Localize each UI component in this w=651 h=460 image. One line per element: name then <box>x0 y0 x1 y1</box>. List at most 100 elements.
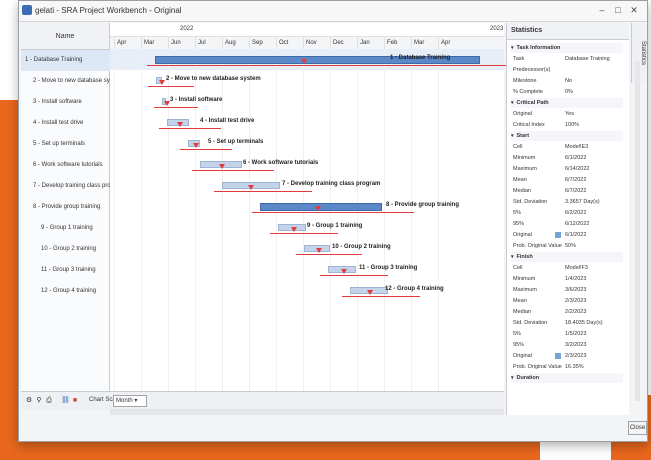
task-list-pane: Name 1 - Database Training 2 - Move to ne… <box>21 23 121 391</box>
stat-key: Minimum <box>513 155 536 161</box>
collapse-icon: ▾ <box>511 375 514 381</box>
stat-row: 95% 6/12/2022 <box>511 219 623 229</box>
close-window-icon[interactable]: ✕ <box>627 4 641 16</box>
stat-key: Median <box>513 309 532 315</box>
stat-value: 2/3/2023 <box>565 353 587 359</box>
stat-key: Original <box>513 353 532 359</box>
stat-value: Model!F3 <box>565 265 588 271</box>
stat-row: 5% 1/5/2023 <box>511 329 623 339</box>
stat-key: Task <box>513 56 525 62</box>
title-bar: gelati - SRA Project Workbench - Origina… <box>19 1 647 22</box>
task-row[interactable]: 5 - Set up terminals <box>21 134 121 155</box>
settings-icon[interactable]: ⚙ <box>25 396 33 405</box>
bar-label: 4 - Install test drive <box>200 118 255 124</box>
chart-scale-value: Month <box>116 398 133 404</box>
section-start[interactable]: ▾ Start <box>511 131 623 141</box>
stat-row: Prob. Original Value 50% <box>511 241 623 251</box>
stat-row: Mean 2/3/2023 <box>511 296 623 306</box>
stat-key: 95% <box>513 221 525 227</box>
summary-task-bar[interactable] <box>260 203 382 211</box>
collapse-icon: ▾ <box>511 133 514 139</box>
range-line <box>320 275 388 276</box>
filter-icon[interactable]: ⚲ <box>35 396 43 405</box>
task-name: 4 - Install test drive <box>33 120 84 126</box>
stat-row: Original 6/1/2022 <box>511 230 623 240</box>
task-name: 12 - Group 4 training <box>41 288 97 294</box>
median-marker <box>367 290 373 295</box>
statistics-pane: Statistics ▾ Task Information Task Database… <box>506 23 629 415</box>
task-row[interactable]: 3 - Install software <box>21 92 121 113</box>
task-name: 6 - Work software tutorials <box>33 162 103 168</box>
export-icon[interactable]: ⎙ <box>45 396 53 405</box>
range-line <box>214 191 312 192</box>
stat-row: Cell Model!F3 <box>511 263 623 273</box>
collapse-icon: ▾ <box>511 254 514 260</box>
stat-key: Prob. Original Value <box>513 243 562 249</box>
section-task-information[interactable]: ▾ Task Information <box>511 43 623 53</box>
stat-key: 5% <box>513 210 521 216</box>
stat-key: 95% <box>513 342 525 348</box>
median-marker <box>248 185 254 190</box>
task-row[interactable]: 2 - Move to new database system <box>21 71 121 92</box>
stat-row: 95% 3/2/2023 <box>511 340 623 350</box>
bar-label: 2 - Move to new database system <box>166 76 261 82</box>
median-marker <box>315 206 321 211</box>
app-window: gelati - SRA Project Workbench - Origina… <box>18 0 648 442</box>
gridline <box>411 49 412 391</box>
range-line <box>154 107 198 108</box>
stat-key: Mean <box>513 298 527 304</box>
maximize-icon[interactable]: □ <box>611 4 625 16</box>
task-row[interactable]: 8 - Provide group training <box>21 197 121 218</box>
range-line <box>270 233 338 234</box>
stat-value: 18.4035 Day(s) <box>565 320 603 326</box>
stat-value: 6/1/2022 <box>565 155 587 161</box>
median-marker <box>219 164 225 169</box>
gridline <box>303 49 304 391</box>
minimize-icon[interactable]: – <box>595 4 609 16</box>
stat-key: Mean <box>513 177 527 183</box>
gridline <box>141 49 142 391</box>
stat-row: Median 6/7/2022 <box>511 186 623 196</box>
stat-value: 3/2/2023 <box>565 342 587 348</box>
stat-key: Maximum <box>513 166 537 172</box>
section-label: Critical Path <box>516 100 549 106</box>
range-line <box>147 65 512 66</box>
task-row[interactable]: 4 - Install test drive <box>21 113 121 134</box>
collapse-icon: ▾ <box>511 100 514 106</box>
color-icon[interactable]: ■ <box>71 396 79 405</box>
stat-value: 6/2/2022 <box>565 210 587 216</box>
bar-label: 6 - Work software tutorials <box>243 160 319 166</box>
task-row[interactable]: 6 - Work software tutorials <box>21 155 121 176</box>
stat-key: Cell <box>513 265 523 271</box>
stat-value: 1/4/2023 <box>565 276 587 282</box>
task-row[interactable]: 7 - Develop training class program <box>21 176 121 197</box>
section-duration[interactable]: ▾ Duration <box>511 373 623 383</box>
stat-key: Original <box>513 111 532 117</box>
stat-row: Std. Deviation 18.4035 Day(s) <box>511 318 623 328</box>
task-name: 7 - Develop training class program <box>33 183 121 189</box>
bar-label: 8 - Provide group training <box>386 202 460 208</box>
stat-row: Original Yes <box>511 109 623 119</box>
task-name: 9 - Group 1 training <box>41 225 93 231</box>
stat-value: 2/3/2023 <box>565 298 587 304</box>
link-icon[interactable]: ⛓ <box>61 396 70 405</box>
bar-label: 3 - Install software <box>170 97 223 103</box>
stat-row: Critical Index 100% <box>511 120 623 130</box>
horizontal-scrollbar[interactable] <box>110 409 504 415</box>
section-finish[interactable]: ▾ Finish <box>511 252 623 262</box>
stat-row: % Complete 0% <box>511 87 623 97</box>
year-label: 2022 <box>180 26 194 32</box>
stat-row: Cell Model!E3 <box>511 142 623 152</box>
color-swatch <box>555 232 561 238</box>
stat-key: % Complete <box>513 89 543 95</box>
task-row[interactable]: 1 - Database Training <box>21 50 113 71</box>
range-line <box>342 296 420 297</box>
section-critical-path[interactable]: ▾ Critical Path <box>511 98 623 108</box>
name-column-header[interactable]: Name <box>21 23 109 50</box>
median-marker <box>193 143 199 148</box>
window-title: gelati - SRA Project Workbench - Origina… <box>35 6 182 15</box>
stat-key: Std. Deviation <box>513 320 548 326</box>
chart-scale-select[interactable]: Month ▾ <box>113 395 147 407</box>
vertical-scrollbar[interactable] <box>635 61 640 401</box>
close-button[interactable]: Close <box>628 421 647 435</box>
